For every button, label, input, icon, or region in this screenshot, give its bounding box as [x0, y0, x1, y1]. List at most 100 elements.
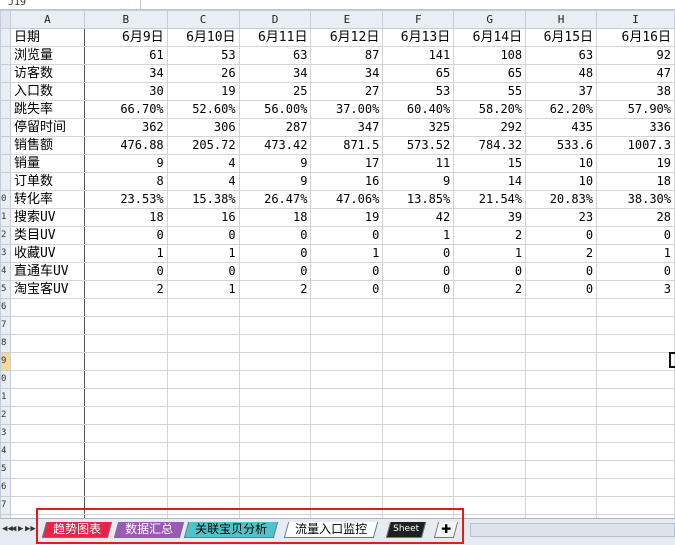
row-header[interactable]: 2	[0, 226, 11, 245]
row-header[interactable]: 8	[0, 334, 11, 353]
data-cell[interactable]	[83, 460, 168, 479]
row-label-cell[interactable]: 入口数	[9, 82, 85, 101]
row-label-cell[interactable]: 停留时间	[9, 118, 85, 137]
data-cell[interactable]: 0	[238, 226, 312, 245]
data-cell[interactable]: 476.88	[83, 136, 168, 155]
row-header[interactable]: 4	[0, 442, 11, 461]
row-label-cell[interactable]: 收藏UV	[9, 244, 85, 263]
data-cell[interactable]: 0	[166, 262, 240, 281]
data-cell[interactable]: 2	[238, 280, 312, 299]
row-header[interactable]	[0, 46, 11, 65]
column-header[interactable]: A	[9, 10, 85, 29]
data-cell[interactable]	[596, 352, 675, 371]
data-cell[interactable]	[166, 424, 240, 443]
data-cell[interactable]	[310, 388, 384, 407]
data-cell[interactable]: 26.47%	[238, 190, 312, 209]
row-header[interactable]: 0	[0, 370, 11, 389]
data-cell[interactable]: 11	[382, 154, 455, 173]
data-cell[interactable]: 34	[83, 64, 168, 83]
data-cell[interactable]: 6月9日	[83, 28, 168, 47]
data-cell[interactable]	[525, 316, 598, 335]
data-cell[interactable]	[382, 460, 455, 479]
row-label-cell[interactable]: 浏览量	[9, 46, 85, 65]
data-cell[interactable]: 20.83%	[525, 190, 598, 209]
data-cell[interactable]	[166, 334, 240, 353]
data-cell[interactable]	[453, 298, 527, 317]
data-cell[interactable]	[166, 316, 240, 335]
data-cell[interactable]: 0	[238, 262, 312, 281]
data-cell[interactable]	[238, 334, 312, 353]
data-cell[interactable]: 1	[166, 280, 240, 299]
data-cell[interactable]: 17	[310, 154, 384, 173]
data-cell[interactable]	[238, 496, 312, 515]
data-cell[interactable]: 533.6	[525, 136, 598, 155]
data-cell[interactable]: 26	[166, 64, 240, 83]
data-cell[interactable]: 16	[310, 172, 384, 191]
data-cell[interactable]	[453, 496, 527, 515]
data-cell[interactable]	[238, 424, 312, 443]
data-cell[interactable]: 38	[596, 82, 675, 101]
data-cell[interactable]	[310, 316, 384, 335]
data-cell[interactable]	[453, 334, 527, 353]
sheet-tab[interactable]: 关联宝贝分析	[183, 522, 279, 538]
data-cell[interactable]	[83, 406, 168, 425]
data-cell[interactable]: 16	[166, 208, 240, 227]
data-cell[interactable]: 0	[166, 226, 240, 245]
data-cell[interactable]	[596, 478, 675, 497]
data-cell[interactable]	[83, 478, 168, 497]
data-cell[interactable]: 37	[525, 82, 598, 101]
data-cell[interactable]	[166, 352, 240, 371]
row-header[interactable]	[0, 82, 11, 101]
data-cell[interactable]: 23.53%	[83, 190, 168, 209]
data-cell[interactable]: 57.90%	[596, 100, 675, 119]
data-cell[interactable]	[166, 298, 240, 317]
column-header[interactable]: E	[310, 10, 384, 29]
data-cell[interactable]: 6月16日	[596, 28, 675, 47]
data-cell[interactable]: 6月15日	[525, 28, 598, 47]
data-cell[interactable]: 62.20%	[525, 100, 598, 119]
data-cell[interactable]: 14	[453, 172, 527, 191]
data-cell[interactable]	[453, 406, 527, 425]
data-cell[interactable]	[310, 370, 384, 389]
sheet-tab[interactable]: Sheet	[385, 522, 427, 538]
data-cell[interactable]: 1	[382, 226, 455, 245]
data-cell[interactable]	[453, 370, 527, 389]
data-cell[interactable]: 66.70%	[83, 100, 168, 119]
data-cell[interactable]	[238, 352, 312, 371]
data-cell[interactable]: 19	[310, 208, 384, 227]
data-cell[interactable]: 306	[166, 118, 240, 137]
row-header[interactable]	[0, 118, 11, 137]
new-sheet-button[interactable]: ✚	[433, 522, 459, 538]
prev-sheet-arrow-icon[interactable]: ◀	[11, 524, 16, 534]
data-cell[interactable]	[310, 460, 384, 479]
data-cell[interactable]	[166, 388, 240, 407]
data-cell[interactable]: 1007.3	[596, 136, 675, 155]
data-cell[interactable]: 0	[525, 262, 598, 281]
data-cell[interactable]	[453, 316, 527, 335]
data-cell[interactable]: 38.30%	[596, 190, 675, 209]
data-cell[interactable]: 347	[310, 118, 384, 137]
data-cell[interactable]: 87	[310, 46, 384, 65]
data-cell[interactable]: 0	[382, 244, 455, 263]
row-label-cell[interactable]	[9, 460, 85, 479]
row-header[interactable]	[0, 64, 11, 83]
row-header[interactable]: 3	[0, 244, 11, 263]
data-cell[interactable]	[525, 370, 598, 389]
row-label-cell[interactable]	[9, 496, 85, 515]
row-label-cell[interactable]	[9, 334, 85, 353]
sheet-tab-active[interactable]: 流量入口监控	[283, 522, 379, 538]
data-cell[interactable]	[596, 460, 675, 479]
column-header[interactable]: I	[596, 10, 675, 29]
data-cell[interactable]	[83, 316, 168, 335]
select-all-corner[interactable]	[0, 10, 11, 29]
data-cell[interactable]: 18	[238, 208, 312, 227]
data-cell[interactable]: 292	[453, 118, 527, 137]
data-cell[interactable]: 287	[238, 118, 312, 137]
data-cell[interactable]: 55	[453, 82, 527, 101]
data-cell[interactable]: 9	[382, 172, 455, 191]
data-cell[interactable]	[382, 370, 455, 389]
data-cell[interactable]: 28	[596, 208, 675, 227]
row-label-cell[interactable]	[9, 478, 85, 497]
data-cell[interactable]: 56.00%	[238, 100, 312, 119]
data-cell[interactable]: 2	[83, 280, 168, 299]
